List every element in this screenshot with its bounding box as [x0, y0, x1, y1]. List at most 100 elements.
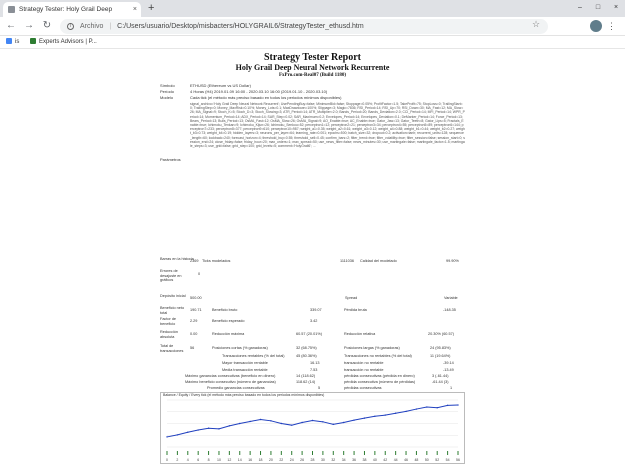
- volume-bar: [239, 451, 241, 455]
- x-tick-label: 52: [435, 458, 439, 462]
- x-tick-label: 46: [404, 458, 408, 462]
- browser-toolbar: ← → ↻ i Archivo | C:/Users/usuario/Desktop…: [0, 17, 625, 36]
- report-build: FxPro.com-Real07 (Build 1180): [279, 73, 346, 78]
- x-tick-label: 48: [414, 458, 418, 462]
- balance-point: [405, 410, 407, 413]
- x-tick-label: 12: [227, 458, 231, 462]
- volume-bar: [426, 451, 428, 455]
- balance-point: [322, 421, 324, 423]
- volume-bar: [291, 451, 293, 455]
- max-wins-value: 14 (118.62): [296, 374, 316, 378]
- ticks-label: Ticks modelados: [202, 259, 231, 263]
- close-icon[interactable]: ×: [133, 2, 137, 17]
- balance-point: [311, 419, 314, 422]
- avg-consecutive-label: Promedio ganancias consecutivas: [207, 386, 265, 390]
- profit-trades-label: Transacciones rentables (% del total): [222, 354, 285, 358]
- x-tick-label: 42: [383, 458, 387, 462]
- x-tick-label: 14: [238, 458, 242, 462]
- gross-loss-value: -148.35: [443, 308, 456, 312]
- menu-icon[interactable]: ⋮: [607, 19, 616, 33]
- x-tick-label: 44: [394, 458, 398, 462]
- info-icon[interactable]: i: [67, 23, 74, 30]
- x-tick-label: 26: [300, 458, 304, 462]
- spread-label: Spread: [345, 296, 358, 300]
- model-label: Modelo: [160, 95, 174, 100]
- params-text: signal_archivo='Holy Grail Deep Neural N…: [190, 102, 465, 149]
- x-tick-label: 2: [176, 458, 178, 462]
- volume-bar: [301, 451, 303, 455]
- x-tick-label: 34: [342, 458, 346, 462]
- x-tick-label: 8: [208, 458, 210, 462]
- balance-point: [446, 404, 449, 407]
- volume-bar: [312, 451, 313, 455]
- x-tick-label: 50: [425, 458, 429, 462]
- volume-bar: [260, 451, 262, 455]
- balance-chart: Balance / Equity / Every tick (el método…: [160, 392, 465, 464]
- volume-bar: [270, 451, 272, 455]
- volume-bar: [363, 451, 365, 455]
- quality-value: 99.90%: [446, 259, 459, 263]
- balance-point: [363, 417, 366, 419]
- maximal-profit-value: 118.62 (14): [296, 380, 316, 384]
- report-subtitle: Holy Grail Deep Neural Network Recurrent…: [235, 63, 390, 72]
- period-label: Período: [160, 89, 175, 94]
- balance-point: [301, 421, 303, 424]
- max-drawdown-label: Reducción máxima: [212, 332, 245, 336]
- forward-icon[interactable]: →: [22, 19, 36, 33]
- payoff-label: Beneficio esperado: [212, 319, 245, 323]
- chart-note: Balance / Equity / Every tick (el método…: [163, 393, 325, 397]
- quality-label: Calidad del modelado: [360, 259, 397, 263]
- new-tab-button[interactable]: +: [148, 1, 154, 16]
- balance-point: [239, 422, 241, 425]
- symbol-value: ETHUSD (Ethereum vs US Dollar): [190, 83, 251, 88]
- balance-point: [259, 418, 262, 421]
- max-losses-label: pérdidas consecutivas (pérdida en dinero…: [344, 374, 415, 378]
- maximize-button[interactable]: □: [589, 0, 607, 15]
- parameters-row: Parámetros signal_archivo='Holy Grail De…: [160, 102, 465, 252]
- back-icon[interactable]: ←: [4, 19, 18, 33]
- report-page: Strategy Tester Report Holy Grail Deep N…: [0, 50, 625, 469]
- loss-trades-label: Transacciones no rentables (% del total): [344, 354, 412, 358]
- volume-bar: [280, 451, 282, 455]
- short-positions-value: 32 (68.75%): [296, 346, 317, 350]
- profit-factor-label: Factor de beneficio: [160, 317, 177, 326]
- loss-trades-value: 11 (19.64%): [430, 354, 451, 358]
- close-window-button[interactable]: ×: [607, 0, 625, 15]
- bookmark-item[interactable]: is: [6, 36, 19, 49]
- drawdown-value: 0.00: [190, 332, 198, 336]
- total-trades-value: 56: [190, 346, 195, 350]
- avatar[interactable]: [590, 20, 602, 32]
- browser-tab[interactable]: Strategy Tester: Holy Grail Deep ×: [3, 2, 141, 17]
- x-tick-label: 22: [279, 458, 283, 462]
- balance-point: [332, 423, 334, 426]
- minimize-button[interactable]: –: [571, 0, 589, 15]
- balance-point: [280, 422, 283, 425]
- deposit-label: Depósito inicial: [160, 294, 186, 298]
- balance-point: [426, 406, 428, 408]
- volume-bar: [166, 451, 168, 455]
- x-tick-label: 40: [373, 458, 377, 462]
- star-icon[interactable]: ☆: [532, 17, 540, 32]
- balance-point: [197, 429, 199, 431]
- tab-title: Strategy Tester: Holy Grail Deep: [19, 6, 113, 13]
- x-tick-label: 28: [311, 458, 315, 462]
- average-label: Media transacción rentable: [222, 368, 268, 372]
- avg-profit-value: 7.53: [310, 368, 318, 372]
- address-bar[interactable]: i Archivo | C:/Users/usuario/Desktop/misba…: [60, 19, 548, 34]
- bookmark-item[interactable]: Experts Advisors | P...: [30, 36, 97, 49]
- volume-bar: [249, 451, 251, 455]
- volume-bar: [395, 451, 397, 455]
- balance-point: [457, 404, 459, 406]
- errors-value: 0: [198, 272, 201, 276]
- profit-trades-value: 45 (80.36%): [296, 354, 317, 358]
- page-icon: [8, 6, 15, 13]
- x-tick-label: 30: [321, 458, 325, 462]
- volume-bar: [384, 451, 386, 455]
- balance-point: [249, 420, 251, 423]
- max-drawdown-value: 60.57 (20.01%): [296, 332, 322, 336]
- net-profit-value: 190.71: [190, 308, 202, 312]
- long-positions-value: 24 (95.83%): [430, 346, 451, 350]
- bars-value: 2369: [190, 259, 199, 263]
- volume-bar: [457, 451, 459, 455]
- reload-icon[interactable]: ↻: [40, 19, 54, 33]
